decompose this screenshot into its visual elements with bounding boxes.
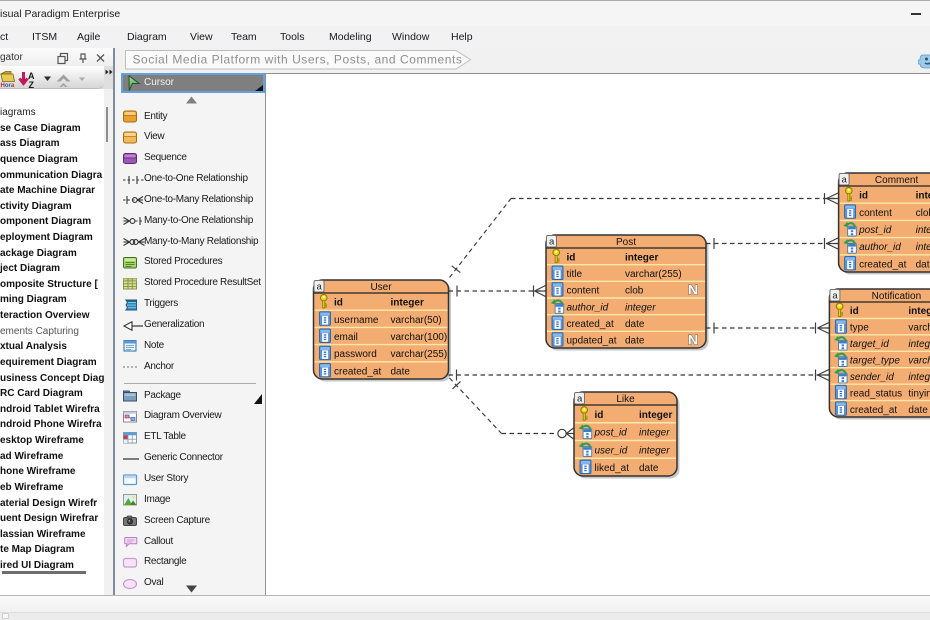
svg-text:id: id (595, 410, 604, 421)
svg-text:integer: integer (916, 191, 930, 202)
svg-text:Post: Post (616, 237, 636, 248)
svg-text:post_id: post_id (858, 225, 892, 236)
svg-text:integer: integer (908, 339, 930, 350)
svg-text:clob: clob (625, 286, 644, 297)
svg-text:integer: integer (916, 242, 930, 253)
svg-text:type: type (850, 323, 869, 334)
svg-text:created_at: created_at (334, 366, 381, 377)
svg-text:created_at: created_at (859, 259, 906, 270)
svg-text:varchar(50): varchar(50) (908, 356, 930, 367)
svg-text:a: a (316, 282, 322, 293)
svg-text:a: a (549, 237, 555, 248)
svg-text:integer: integer (639, 410, 672, 421)
svg-text:varchar(255): varchar(255) (908, 323, 930, 334)
svg-text:User: User (370, 282, 392, 293)
svg-text:user_id: user_id (595, 445, 628, 456)
svg-text:integer: integer (391, 298, 424, 309)
svg-text:author_id: author_id (567, 302, 609, 313)
svg-text:integer: integer (639, 428, 670, 439)
svg-text:date: date (908, 405, 928, 416)
svg-text:updated_at: updated_at (567, 336, 617, 347)
svg-text:integer: integer (916, 225, 930, 236)
svg-text:Notification: Notification (872, 291, 921, 302)
svg-text:Social Media Platform with Use: Social Media Platform with Users, Posts,… (133, 53, 463, 67)
svg-text:password: password (334, 349, 377, 360)
svg-text:tinyint: tinyint (908, 388, 930, 399)
svg-text:liked_at: liked_at (595, 463, 630, 474)
svg-text:date: date (639, 463, 659, 474)
svg-text:integer: integer (625, 252, 658, 263)
svg-text:post_id: post_id (594, 428, 628, 439)
svg-text:content: content (859, 208, 892, 219)
svg-text:N: N (688, 332, 698, 348)
svg-text:Like: Like (616, 394, 635, 405)
svg-text:integer: integer (625, 302, 656, 313)
svg-text:N: N (688, 282, 698, 298)
svg-text:varchar(255): varchar(255) (391, 349, 448, 360)
svg-text:target_type: target_type (850, 356, 900, 367)
svg-text:created_at: created_at (850, 405, 897, 416)
svg-text:Z: Z (29, 80, 35, 89)
svg-text:clob: clob (916, 208, 930, 219)
svg-text:a: a (832, 291, 838, 302)
svg-text:id: id (859, 191, 868, 202)
svg-text:date: date (391, 366, 411, 377)
svg-text:sender_id: sender_id (850, 372, 894, 383)
svg-text:content: content (567, 286, 600, 297)
svg-text:integer: integer (908, 306, 930, 317)
svg-text:id: id (334, 298, 343, 309)
svg-text:varchar(255): varchar(255) (625, 269, 682, 280)
svg-text:username: username (334, 315, 379, 326)
svg-text:read_status: read_status (850, 388, 902, 399)
svg-text:date: date (916, 259, 930, 270)
svg-text:a: a (842, 175, 848, 186)
svg-text:varchar(50): varchar(50) (391, 315, 442, 326)
svg-text:id: id (850, 306, 859, 317)
svg-text:date: date (625, 319, 645, 330)
svg-text:created_at: created_at (567, 319, 614, 330)
svg-text:date: date (625, 336, 645, 347)
svg-text:id: id (567, 252, 576, 263)
svg-text:email: email (334, 332, 358, 343)
svg-text:a: a (577, 394, 583, 405)
svg-text:Comment: Comment (875, 175, 919, 186)
svg-text:integer: integer (908, 372, 930, 383)
svg-text:title: title (567, 269, 583, 280)
svg-text:varchar(100): varchar(100) (391, 332, 448, 343)
svg-text:author_id: author_id (859, 242, 901, 253)
svg-text:integer: integer (639, 445, 670, 456)
svg-text:target_id: target_id (850, 339, 889, 350)
